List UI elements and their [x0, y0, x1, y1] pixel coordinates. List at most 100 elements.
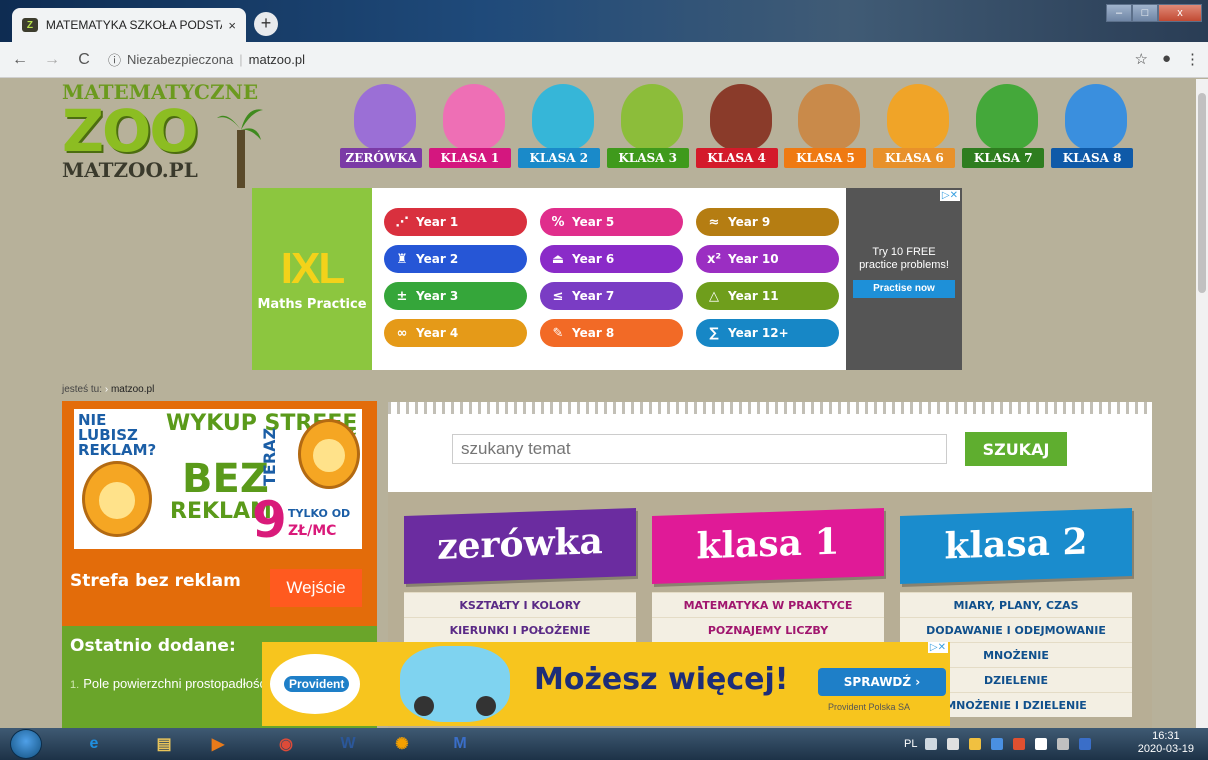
ad-free-promo-banner[interactable]: NIE LUBISZ REKLAM? WYKUP STREFĘ BEZ REKL…: [74, 409, 362, 549]
network-icon[interactable]: [969, 738, 982, 750]
year-label: Year 7: [572, 289, 615, 303]
taskbar-word-icon[interactable]: W: [320, 730, 376, 758]
forward-button[interactable]: →: [40, 51, 64, 69]
taskbar-explorer-icon[interactable]: ▤: [136, 730, 192, 758]
year-label: Year 6: [572, 252, 615, 266]
animal-mascot-icon: [887, 84, 950, 150]
year-label: Year 2: [416, 252, 459, 266]
class-nav-item[interactable]: KLASA 7: [962, 84, 1051, 176]
class-nav-item[interactable]: KLASA 3: [606, 84, 696, 176]
class-nav-item[interactable]: ZERÓWKA: [340, 84, 429, 176]
recently-added-title: Ostatnio dodane:: [70, 636, 236, 656]
adchoices-icon[interactable]: ▷✕: [927, 642, 948, 653]
class-nav-item[interactable]: KLASA 4: [695, 84, 785, 176]
maximize-button[interactable]: □: [1132, 4, 1158, 22]
class-nav-item[interactable]: KLASA 8: [1051, 84, 1140, 176]
security-label: Niezabezpieczona: [127, 52, 234, 67]
class-column-title[interactable]: klasa 2: [900, 507, 1132, 585]
ixl-year-pill[interactable]: ⏏ Year 6: [540, 245, 683, 273]
address-bar: ← → C ⓘ Niezabezpieczona | matzoo.pl ☆ ●…: [0, 42, 1208, 78]
page-scrollbar[interactable]: [1196, 79, 1208, 728]
taskbar-ie-icon[interactable]: e: [66, 730, 122, 758]
promo-line1: NIE LUBISZ REKLAM?: [78, 411, 157, 459]
topic-link[interactable]: MIARY, PLANY, CZAS: [900, 592, 1132, 617]
ixl-practise-button[interactable]: Practise now: [853, 280, 955, 298]
url-field[interactable]: ⓘ Niezabezpieczona | matzoo.pl: [108, 50, 305, 69]
year-label: Year 8: [572, 326, 615, 340]
info-icon[interactable]: ⓘ: [108, 50, 121, 69]
ixl-year-pill[interactable]: ≤ Year 7: [540, 282, 683, 310]
clock-date: 2020-03-19: [1137, 743, 1194, 755]
topic-link[interactable]: DODAWANIE I ODEJMOWANIE: [900, 617, 1132, 642]
close-window-button[interactable]: x: [1158, 4, 1202, 22]
topic-link[interactable]: POZNAJEMY LICZBY: [652, 617, 884, 642]
taskbar-chrome-icon[interactable]: ◉: [258, 730, 314, 758]
year-label: Year 4: [416, 326, 459, 340]
url-separator: |: [239, 52, 243, 67]
start-button[interactable]: [10, 729, 42, 759]
ixl-cta-panel: ▷✕ Try 10 FREE practice problems! Practi…: [846, 188, 962, 370]
reload-button[interactable]: C: [72, 51, 96, 69]
search-input[interactable]: [452, 434, 947, 464]
tray-app-icon[interactable]: [1079, 738, 1092, 750]
provident-logo: Provident: [270, 654, 360, 714]
ixl-year-pill[interactable]: ⋰ Year 1: [384, 208, 527, 236]
ixl-cta-text: Try 10 FREE practice problems!: [859, 246, 949, 271]
keyboard-icon[interactable]: [925, 738, 938, 750]
taskbar-app7-icon[interactable]: M: [432, 730, 488, 758]
scrollbar-thumb[interactable]: [1198, 93, 1206, 293]
topic-link[interactable]: MATEMATYKA W PRAKTYCE: [652, 592, 884, 617]
animal-mascot-icon: [620, 84, 683, 150]
class-nav-item[interactable]: KLASA 5: [784, 84, 873, 176]
breadcrumb-current[interactable]: matzoo.pl: [111, 384, 154, 395]
year-icon: ≈: [708, 214, 720, 230]
menu-icon[interactable]: ⋮: [1185, 50, 1200, 68]
search-button[interactable]: SZUKAJ: [965, 432, 1067, 466]
class-nav-item[interactable]: KLASA 6: [873, 84, 962, 176]
ixl-year-pill[interactable]: ± Year 3: [384, 282, 527, 310]
ixl-year-pill[interactable]: △ Year 11: [696, 282, 839, 310]
ixl-year-pill[interactable]: ♜ Year 2: [384, 245, 527, 273]
back-button[interactable]: ←: [8, 51, 32, 69]
profile-icon[interactable]: ●: [1162, 50, 1171, 68]
ixl-year-pill[interactable]: ∞ Year 4: [384, 319, 527, 347]
adchoices-icon[interactable]: ▷✕: [939, 190, 960, 201]
flag-icon[interactable]: [1035, 738, 1048, 750]
topic-link[interactable]: KSZTAŁTY I KOLORY: [404, 592, 636, 617]
minimize-button[interactable]: –: [1106, 4, 1132, 22]
ixl-year-pill[interactable]: % Year 5: [540, 208, 683, 236]
taskbar-app6-icon[interactable]: ✺: [374, 730, 430, 758]
animal-mascot-icon: [709, 84, 772, 150]
volume-icon[interactable]: [947, 738, 960, 750]
provident-advertisement[interactable]: Provident Możesz więcej! SPRAWDŹ › Provi…: [262, 642, 950, 726]
site-logo[interactable]: MATEMATYCZNE ZOO MATZOO.PL: [62, 80, 263, 188]
ixl-year-pill[interactable]: x² Year 10: [696, 245, 839, 273]
enter-button[interactable]: Wejście: [270, 569, 362, 607]
new-tab-button[interactable]: +: [254, 12, 278, 36]
ixl-year-pill[interactable]: ∑ Year 12+: [696, 319, 839, 347]
close-tab-icon[interactable]: ×: [228, 18, 236, 33]
taskbar-media-icon[interactable]: ▶: [190, 730, 246, 758]
promo-price: 9: [252, 491, 287, 549]
security-icon[interactable]: [1013, 738, 1026, 750]
year-icon: %: [551, 214, 565, 230]
class-column-title[interactable]: zerówka: [404, 507, 636, 585]
class-nav-item[interactable]: KLASA 2: [517, 84, 607, 176]
year-label: Year 5: [572, 215, 615, 229]
usb-icon[interactable]: [1057, 738, 1070, 750]
language-indicator[interactable]: PL: [904, 738, 917, 750]
topic-link[interactable]: KIERUNKI I POŁOŻENIE: [404, 617, 636, 642]
provident-check-button[interactable]: SPRAWDŹ ›: [818, 668, 946, 696]
class-column-title[interactable]: klasa 1: [652, 507, 884, 585]
animal-mascot-icon: [1065, 84, 1128, 150]
year-label: Year 11: [728, 289, 779, 303]
tab-title: MATEMATYKA SZKOŁA PODSTAV: [45, 18, 223, 32]
clock[interactable]: 16:31 2020-03-19: [1138, 730, 1194, 756]
ixl-year-pill[interactable]: ✎ Year 8: [540, 319, 683, 347]
class-nav-item[interactable]: KLASA 1: [428, 84, 518, 176]
browser-tab[interactable]: Z MATEMATYKA SZKOŁA PODSTAV ×: [12, 8, 246, 42]
ixl-year-pill[interactable]: ≈ Year 9: [696, 208, 839, 236]
ixl-advertisement[interactable]: IXL Maths Practice ⋰ Year 1% Year 5 ≈ Year 9…: [252, 188, 962, 370]
bookmark-star-icon[interactable]: ☆: [1134, 50, 1147, 68]
bluetooth-icon[interactable]: [991, 738, 1004, 750]
